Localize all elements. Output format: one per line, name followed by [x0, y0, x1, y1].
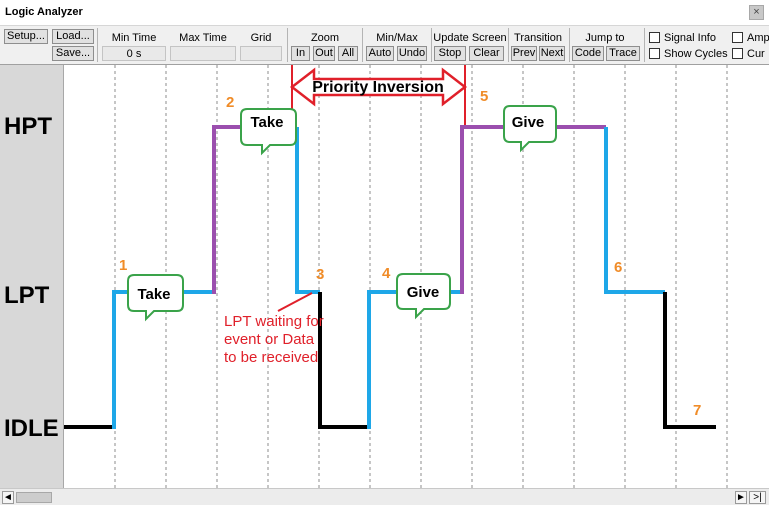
- load-button[interactable]: Load...: [52, 29, 94, 44]
- undo-button[interactable]: Undo: [397, 46, 427, 61]
- bubble-give-lpt: Give: [396, 273, 451, 320]
- toolbar-separator: [644, 28, 645, 62]
- cur-checkbox[interactable]: [732, 48, 743, 59]
- clear-button[interactable]: Clear: [469, 46, 504, 61]
- min-max-label: Min/Max: [376, 32, 418, 44]
- auto-button[interactable]: Auto: [366, 46, 394, 61]
- toolbar-separator: [287, 28, 288, 62]
- zoom-out-button[interactable]: Out: [313, 46, 335, 61]
- close-button[interactable]: ×: [749, 5, 764, 20]
- marker-4: 4: [382, 265, 391, 282]
- marker-5: 5: [480, 88, 488, 105]
- show-cycles-label: Show Cycles: [664, 48, 728, 60]
- waveform-plot[interactable]: Priority Inversion Take Take Give Give L…: [64, 65, 769, 488]
- waiting-text-line-2: event or Data: [224, 331, 315, 348]
- marker-7: 7: [693, 402, 701, 419]
- prev-transition-button[interactable]: Prev: [511, 46, 537, 61]
- waveform-canvas: Priority Inversion Take Take Give Give L…: [64, 65, 728, 488]
- signal-name-idle[interactable]: IDLE: [4, 415, 59, 443]
- bubble-label: Take: [250, 114, 283, 131]
- horizontal-scrollbar[interactable]: ◄ ► >|: [0, 488, 769, 505]
- window-title: Logic Analyzer: [5, 6, 83, 18]
- min-time-label: Min Time: [111, 32, 157, 44]
- min-time-value: 0 s: [102, 46, 166, 61]
- logic-analyzer-window: Logic Analyzer × Setup... Load... Save..…: [0, 0, 769, 505]
- signal-info-label: Signal Info: [664, 32, 716, 44]
- marker-2: 2: [226, 94, 234, 111]
- trace-idle-mid: [318, 292, 369, 429]
- amp-label: Amp: [747, 32, 769, 44]
- trace-lpt-1: [112, 290, 214, 429]
- bubble-give-hpt: Give: [503, 105, 557, 153]
- save-button[interactable]: Save...: [52, 46, 94, 61]
- show-cycles-checkbox[interactable]: [649, 48, 660, 59]
- signal-name-lpt[interactable]: LPT: [4, 282, 49, 310]
- jump-code-button[interactable]: Code: [572, 46, 604, 61]
- close-icon: ×: [753, 6, 760, 18]
- signal-info-checkbox[interactable]: [649, 32, 660, 43]
- jump-trace-button[interactable]: Trace: [606, 46, 640, 61]
- grid-value: [240, 46, 282, 61]
- bubble-take-hpt: Take: [240, 108, 297, 156]
- priority-inversion-arrow: Priority Inversion: [289, 65, 468, 125]
- marker-1: 1: [119, 257, 127, 274]
- waiting-text-line-3: to be received: [224, 349, 318, 366]
- next-transition-button[interactable]: Next: [539, 46, 565, 61]
- trace-hpt-1: [212, 125, 297, 294]
- zoom-label: Zoom: [310, 32, 340, 44]
- setup-button[interactable]: Setup...: [4, 29, 48, 44]
- toolbar: Setup... Load... Save... Min Time 0 s Ma…: [0, 26, 769, 65]
- trace-idle-end: [663, 292, 716, 429]
- scroll-end-icon: >|: [753, 492, 762, 503]
- jump-to-label: Jump to: [585, 32, 625, 44]
- marker-3: 3: [316, 266, 324, 283]
- title-bar: Logic Analyzer ×: [0, 0, 769, 26]
- arrow-left-icon: ◄: [3, 492, 13, 503]
- bubble-label: Give: [407, 284, 440, 301]
- max-time-value: [170, 46, 236, 61]
- zoom-in-button[interactable]: In: [291, 46, 310, 61]
- waiting-text-line-1: LPT waiting for: [224, 313, 324, 330]
- update-screen-label: Update Screen: [433, 32, 507, 44]
- scroll-thumb[interactable]: [16, 492, 52, 503]
- trace-hpt-2: [460, 125, 606, 294]
- bubble-take-lpt: Take: [127, 274, 184, 322]
- bubble-label: Take: [137, 286, 170, 303]
- stop-button[interactable]: Stop: [434, 46, 466, 61]
- zoom-all-button[interactable]: All: [338, 46, 358, 61]
- cur-label: Cur: [747, 48, 765, 60]
- grid-label: Grid: [250, 32, 272, 44]
- marker-6: 6: [614, 259, 622, 276]
- signal-name-pane: HPT LPT IDLE: [0, 65, 64, 488]
- bubble-label: Give: [512, 114, 545, 131]
- transition-label: Transition: [514, 32, 562, 44]
- toolbar-separator: [362, 28, 363, 62]
- priority-inversion-label: Priority Inversion: [312, 79, 444, 96]
- scroll-right-button[interactable]: ►: [735, 491, 747, 504]
- scroll-end-button[interactable]: >|: [749, 491, 766, 504]
- toolbar-separator: [97, 28, 98, 62]
- scroll-left-button[interactable]: ◄: [2, 491, 14, 504]
- arrow-right-icon: ►: [736, 492, 746, 503]
- signal-name-hpt[interactable]: HPT: [4, 113, 52, 141]
- amp-checkbox[interactable]: [732, 32, 743, 43]
- max-time-label: Max Time: [179, 32, 227, 44]
- waiting-pointer-line: [277, 292, 313, 312]
